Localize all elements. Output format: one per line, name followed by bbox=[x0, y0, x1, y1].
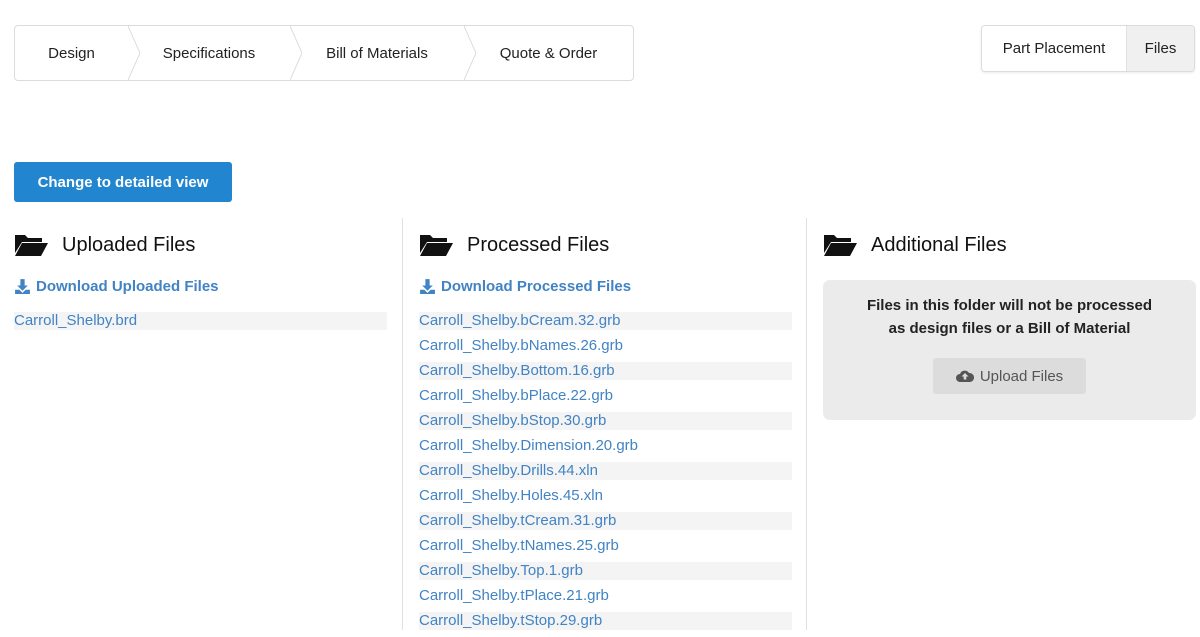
download-processed-files-link[interactable]: Download Processed Files bbox=[419, 276, 806, 296]
step-label: Design bbox=[48, 44, 95, 62]
file-name[interactable]: Carroll_Shelby.brd bbox=[14, 312, 387, 330]
step-specifications[interactable]: Specifications bbox=[128, 26, 302, 80]
step-quote-order[interactable]: Quote & Order bbox=[464, 26, 633, 80]
file-name[interactable]: Carroll_Shelby.tNames.25.grb bbox=[419, 537, 792, 555]
file-item[interactable]: Carroll_Shelby.bPlace.22.grb bbox=[419, 387, 792, 412]
file-item[interactable]: Carroll_Shelby.Drills.44.xln bbox=[419, 462, 792, 487]
file-name[interactable]: Carroll_Shelby.Dimension.20.grb bbox=[419, 437, 792, 455]
download-icon bbox=[420, 278, 435, 294]
step-bill-of-materials[interactable]: Bill of Materials bbox=[290, 26, 476, 80]
step-label: Specifications bbox=[162, 44, 256, 62]
uploaded-files-column: Uploaded Files Download Uploaded Files C… bbox=[14, 218, 387, 630]
step-label: Quote & Order bbox=[499, 44, 598, 62]
folder-open-icon bbox=[420, 235, 453, 256]
file-item[interactable]: Carroll_Shelby.bNames.26.grb bbox=[419, 337, 792, 362]
chevron-divider-icon bbox=[464, 26, 476, 80]
cloud-upload-icon bbox=[955, 370, 974, 382]
file-item[interactable]: Carroll_Shelby.Top.1.grb bbox=[419, 562, 792, 587]
upload-files-label: Upload Files bbox=[979, 367, 1064, 385]
download-icon bbox=[15, 278, 30, 294]
folder-open-icon bbox=[15, 235, 48, 256]
processed-file-list: Carroll_Shelby.bCream.32.grb Carroll_She… bbox=[419, 312, 792, 637]
chevron-divider-icon bbox=[290, 26, 302, 80]
additional-notice-line2: as design files or a Bill of Material bbox=[888, 320, 1131, 337]
file-name[interactable]: Carroll_Shelby.tStop.29.grb bbox=[419, 612, 792, 630]
file-item[interactable]: Carroll_Shelby.bStop.30.grb bbox=[419, 412, 792, 437]
file-item[interactable]: Carroll_Shelby.tCream.31.grb bbox=[419, 512, 792, 537]
download-processed-files-label: Download Processed Files bbox=[441, 277, 632, 295]
file-name[interactable]: Carroll_Shelby.tPlace.21.grb bbox=[419, 587, 792, 605]
file-item[interactable]: Carroll_Shelby.tPlace.21.grb bbox=[419, 587, 792, 612]
download-uploaded-files-label: Download Uploaded Files bbox=[36, 277, 219, 295]
toggle-part-placement[interactable]: Part Placement bbox=[982, 26, 1127, 71]
additional-files-column: Additional Files Files in this folder wi… bbox=[806, 218, 1200, 630]
file-item[interactable]: Carroll_Shelby.Dimension.20.grb bbox=[419, 437, 792, 462]
file-name[interactable]: Carroll_Shelby.Bottom.16.grb bbox=[419, 362, 792, 380]
file-item[interactable]: Carroll_Shelby.Holes.45.xln bbox=[419, 487, 792, 512]
file-item[interactable]: Carroll_Shelby.tStop.29.grb bbox=[419, 612, 792, 637]
processed-files-column: Processed Files Download Processed Files… bbox=[402, 218, 806, 630]
file-name[interactable]: Carroll_Shelby.Holes.45.xln bbox=[419, 487, 792, 505]
additional-files-title: Additional Files bbox=[871, 233, 1007, 256]
file-item[interactable]: Carroll_Shelby.brd bbox=[14, 312, 387, 337]
file-item[interactable]: Carroll_Shelby.bCream.32.grb bbox=[419, 312, 792, 337]
chevron-divider-icon bbox=[128, 26, 140, 80]
step-design[interactable]: Design bbox=[15, 26, 140, 80]
file-name[interactable]: Carroll_Shelby.bNames.26.grb bbox=[419, 337, 792, 355]
processed-files-header: Processed Files bbox=[419, 218, 806, 272]
file-name[interactable]: Carroll_Shelby.bStop.30.grb bbox=[419, 412, 792, 430]
file-name[interactable]: Carroll_Shelby.Drills.44.xln bbox=[419, 462, 792, 480]
step-label: Bill of Materials bbox=[326, 44, 428, 62]
step-breadcrumb: Design Specifications Bill of Materials … bbox=[14, 25, 634, 81]
uploaded-files-title: Uploaded Files bbox=[62, 233, 196, 256]
change-to-detailed-view-button[interactable]: Change to detailed view bbox=[14, 162, 232, 202]
file-name[interactable]: Carroll_Shelby.bCream.32.grb bbox=[419, 312, 792, 330]
processed-files-title: Processed Files bbox=[467, 233, 610, 256]
uploaded-files-header: Uploaded Files bbox=[14, 218, 387, 272]
folder-open-icon bbox=[824, 235, 857, 256]
additional-files-header: Additional Files bbox=[823, 218, 1200, 272]
file-name[interactable]: Carroll_Shelby.Top.1.grb bbox=[419, 562, 792, 580]
uploaded-file-list: Carroll_Shelby.brd bbox=[14, 312, 387, 337]
download-uploaded-files-link[interactable]: Download Uploaded Files bbox=[14, 276, 387, 296]
view-toggle: Part Placement Files bbox=[981, 25, 1195, 72]
file-item[interactable]: Carroll_Shelby.Bottom.16.grb bbox=[419, 362, 792, 387]
file-name[interactable]: Carroll_Shelby.bPlace.22.grb bbox=[419, 387, 792, 405]
toggle-files[interactable]: Files bbox=[1127, 26, 1194, 71]
file-item[interactable]: Carroll_Shelby.tNames.25.grb bbox=[419, 537, 792, 562]
additional-notice-line1: Files in this folder will not be process… bbox=[866, 297, 1153, 314]
file-name[interactable]: Carroll_Shelby.tCream.31.grb bbox=[419, 512, 792, 530]
upload-files-button[interactable]: Upload Files bbox=[933, 358, 1086, 394]
additional-files-dropzone: Files in this folder will not be process… bbox=[823, 280, 1196, 420]
